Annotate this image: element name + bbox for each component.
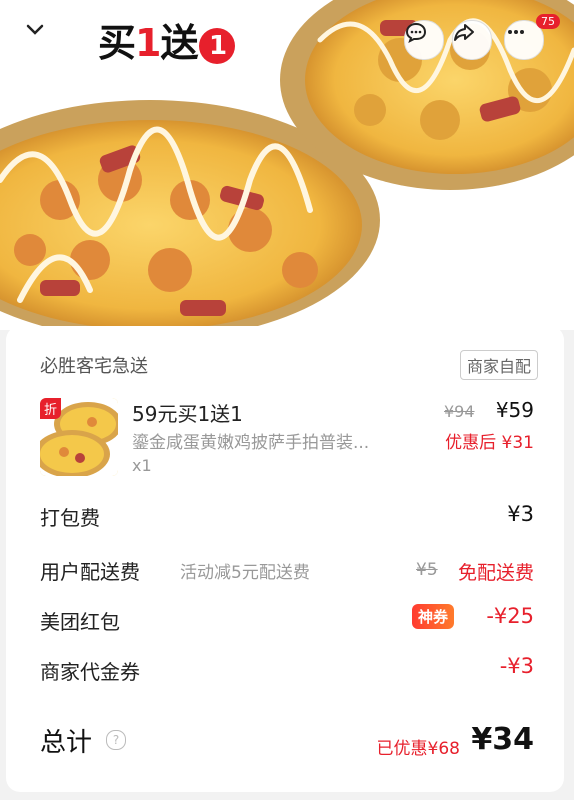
item-price: ¥59 — [495, 398, 534, 422]
promo-circle: 1 — [199, 27, 236, 64]
promo-num: 1 — [135, 21, 161, 65]
item-original-price: ¥94 — [444, 402, 475, 421]
chat-button[interactable] — [404, 20, 444, 60]
merchant-voucher-value[interactable]: -¥3 — [500, 654, 534, 678]
total-label: 总计 — [40, 728, 93, 758]
delivery-fee-label: 用户配送费 — [40, 560, 140, 584]
back-button[interactable] — [24, 18, 72, 66]
red-packet-value[interactable]: -¥25 — [486, 604, 534, 628]
total-saved: 已优惠¥68 — [376, 739, 460, 759]
total-value: ¥34 — [471, 722, 534, 757]
discount-mark: 折 — [40, 398, 62, 419]
item-after-discount: 优惠后 ¥31 — [445, 433, 534, 453]
help-icon[interactable]: ? — [106, 730, 126, 750]
delivery-type-tag: 商家自配 — [459, 350, 538, 380]
item-description: 鎏金咸蛋黄嫩鸡披萨手拍普装... — [132, 433, 370, 453]
red-packet-label: 美团红包 — [40, 610, 120, 634]
share-button[interactable] — [452, 20, 492, 60]
delivery-fee-original: ¥5 — [416, 560, 438, 580]
share-icon — [454, 24, 474, 41]
chat-icon — [405, 22, 427, 43]
merchant-voucher-label: 商家代金券 — [40, 660, 140, 684]
more-icon — [508, 30, 524, 34]
shenquan-badge: 神券 — [412, 604, 455, 629]
delivery-fee-note: 活动减5元配送费 — [180, 563, 310, 583]
promo-main: 买 — [98, 21, 136, 65]
shop-name[interactable]: 必胜客宅急送 — [40, 352, 148, 378]
promo-title: 买1送 1 — [98, 12, 236, 67]
delivery-fee-value: 免配送费 — [457, 562, 534, 584]
item-thumbnail[interactable]: 折 — [40, 398, 118, 476]
promo-send: 送 — [160, 21, 198, 65]
hero-image: 买1送 1 75 — [0, 0, 574, 330]
packing-fee-value: ¥3 — [507, 502, 534, 526]
chevron-down-icon — [26, 24, 44, 35]
packing-fee-label: 打包费 — [40, 506, 100, 530]
message-count-badge: 75 — [536, 14, 560, 29]
item-title: 59元买1送1 — [132, 402, 243, 426]
item-quantity: x1 — [132, 456, 152, 475]
